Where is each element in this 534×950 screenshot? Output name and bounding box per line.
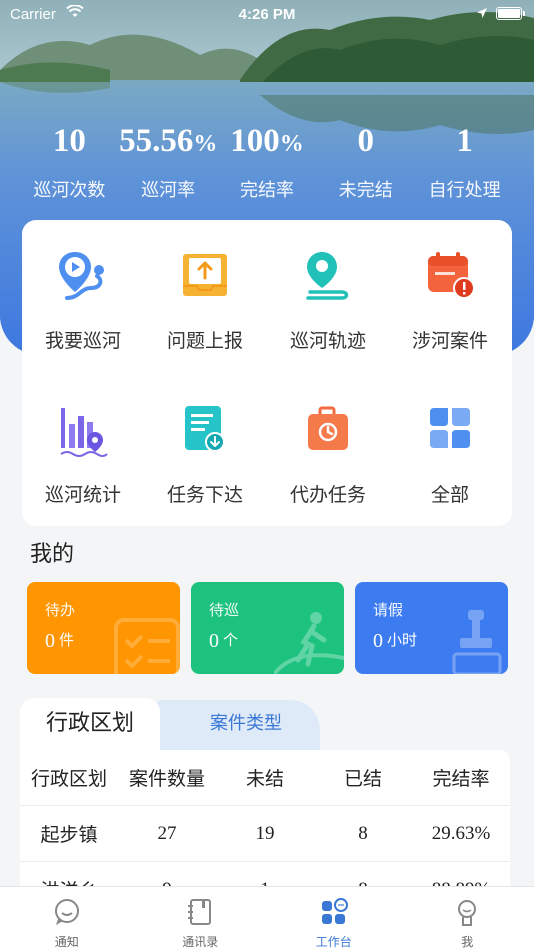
stat-patrol-count[interactable]: 10 巡河次数 — [20, 118, 119, 202]
stat-value: 10 — [52, 123, 86, 159]
document-download-icon — [185, 406, 225, 452]
action-label: 代办任务 — [289, 485, 366, 506]
calendar-alert-icon — [428, 252, 475, 299]
action-patrol[interactable]: 我要巡河 — [22, 220, 144, 360]
card-value: 0 — [45, 630, 55, 652]
action-cases[interactable]: 涉河案件 — [389, 220, 511, 360]
table-header-cell: 未结 — [245, 769, 284, 790]
card-value: 0 — [209, 630, 219, 652]
table-cell: 19 — [255, 822, 275, 844]
table-cell: 8 — [358, 822, 368, 844]
action-track[interactable]: 巡河轨迹 — [267, 220, 389, 360]
tab-contacts[interactable]: 通讯录 — [134, 887, 268, 950]
table-cell-region: 起步镇 — [40, 825, 98, 846]
upload-tray-icon — [183, 254, 227, 296]
stat-value: 100 — [230, 123, 280, 159]
stat-value: 1 — [456, 123, 473, 159]
stat-incomplete[interactable]: 0 未完结 — [316, 118, 415, 202]
region-tabs: 案件类型 行政区划 — [20, 698, 514, 750]
action-label: 涉河案件 — [411, 331, 488, 352]
card-unit: 件 — [59, 632, 75, 649]
stat-value: 0 — [357, 123, 375, 159]
walking-person-icon — [274, 612, 344, 674]
app-screen: Carrier 4:26 PM 10 巡河次数 55.56% 巡河率 100% … — [0, 0, 534, 950]
card-title: 待办 — [45, 602, 76, 619]
stat-label: 未完结 — [338, 180, 393, 200]
action-label: 全部 — [430, 485, 469, 506]
card-unit: 个 — [223, 632, 239, 649]
status-time: 4:26 PM — [238, 6, 296, 23]
stamp-icon — [452, 610, 502, 674]
smiley-chat-icon — [54, 899, 79, 925]
card-unit: 小时 — [387, 632, 418, 649]
table-row[interactable]: 起步镇 27 19 8 29.63% — [20, 806, 510, 862]
stats-row: 10 巡河次数 55.56% 巡河率 100% 完结率 0 未完结 1 自行处理 — [20, 118, 514, 202]
quick-actions-card: 我要巡河 问题上报 巡河轨迹 涉河案件 巡河统计 任务下达 代办任务 全部 — [22, 220, 512, 526]
action-all[interactable]: 全部 — [389, 374, 511, 514]
address-book-icon — [188, 899, 212, 925]
table-cell: 29.63% — [431, 822, 491, 844]
mine-section-title: 我的 — [30, 541, 75, 566]
table-header-cell: 案件数量 — [128, 769, 205, 790]
action-label: 问题上报 — [166, 331, 243, 352]
tab-me[interactable]: 我 — [401, 887, 534, 950]
tab-case-type[interactable]: 案件类型 — [150, 700, 320, 750]
location-arrow-icon — [477, 8, 487, 18]
checklist-icon — [114, 618, 180, 674]
region-table: 行政区划 案件数量 未结 已结 完结率 起步镇 27 19 8 29.63% 洪… — [20, 750, 510, 895]
bar-chart-icon — [60, 408, 108, 457]
card-to-patrol[interactable]: 待巡 0 个 — [191, 582, 344, 674]
action-todo[interactable]: 代办任务 — [267, 374, 389, 514]
table-header-cell: 行政区划 — [30, 769, 107, 790]
briefcase-clock-icon — [308, 406, 348, 450]
stat-label: 完结率 — [239, 180, 294, 200]
action-statistics[interactable]: 巡河统计 — [22, 374, 144, 514]
action-label: 我要巡河 — [44, 331, 121, 352]
stat-value: 55.56 — [119, 123, 194, 159]
workbench-grid-icon — [321, 898, 348, 924]
stat-self-handled[interactable]: 1 自行处理 — [415, 118, 514, 202]
stat-unit: % — [193, 131, 218, 157]
card-title: 请假 — [373, 602, 404, 619]
table-header-cell: 完结率 — [432, 769, 490, 790]
card-pending[interactable]: 待办 0 件 — [27, 582, 180, 674]
stat-unit: % — [279, 131, 304, 157]
action-label: 巡河统计 — [44, 485, 121, 506]
tab-label: 工作台 — [315, 935, 352, 949]
action-label: 巡河轨迹 — [289, 331, 366, 352]
stat-patrol-rate[interactable]: 55.56% 巡河率 — [119, 118, 218, 202]
table-header-cell: 已结 — [343, 769, 382, 790]
table-header-row: 行政区划 案件数量 未结 已结 完结率 — [20, 750, 510, 806]
tab-admin-region[interactable]: 行政区划 — [20, 698, 160, 750]
bottom-tab-bar: 通知 通讯录 工作台 我 — [0, 886, 534, 950]
status-bar: Carrier 4:26 PM — [0, 0, 534, 30]
tab-label: 我 — [461, 935, 474, 949]
tab-notifications[interactable]: 通知 — [0, 887, 134, 950]
action-report[interactable]: 问题上报 — [144, 220, 266, 360]
person-icon — [458, 900, 477, 926]
table-cell: 27 — [157, 822, 177, 844]
tab-label: 通知 — [54, 935, 79, 949]
patrol-route-icon — [59, 252, 104, 300]
action-assign[interactable]: 任务下达 — [144, 374, 266, 514]
four-petal-grid-icon — [430, 408, 470, 448]
tab-label: 通讯录 — [182, 935, 219, 949]
stat-label: 巡河率 — [141, 180, 196, 200]
battery-icon — [496, 7, 525, 20]
stat-completion-rate[interactable]: 100% 完结率 — [218, 118, 317, 202]
stat-label: 自行处理 — [428, 180, 501, 200]
card-value: 0 — [373, 630, 383, 652]
tab-workbench[interactable]: 工作台 — [267, 887, 401, 950]
card-title: 待巡 — [209, 602, 240, 619]
card-leave[interactable]: 请假 0 小时 — [355, 582, 508, 674]
stat-label: 巡河次数 — [33, 180, 106, 200]
location-track-icon — [306, 252, 349, 300]
action-label: 任务下达 — [166, 485, 243, 506]
